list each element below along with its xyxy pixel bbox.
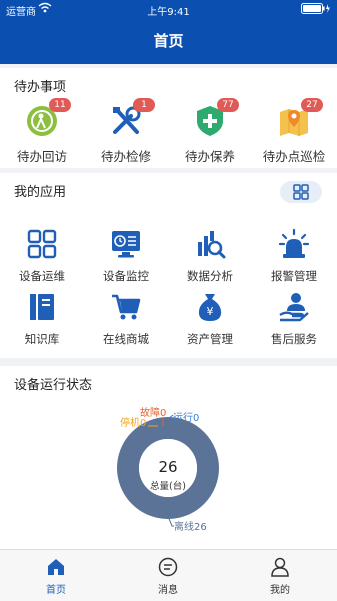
todo-item-repair[interactable]: 1 待办检修	[84, 98, 168, 165]
todo-item-maintenance[interactable]: 77 待办保养	[168, 98, 252, 165]
todo-label: 待办保养	[184, 149, 235, 164]
app-label: 在线商城	[103, 332, 149, 346]
cart-icon	[110, 291, 142, 323]
app-label: 数据分析	[187, 269, 233, 283]
service-hand-icon	[278, 291, 310, 323]
chart-total-label: 总量(台)	[150, 480, 186, 492]
app-label: 知识库	[24, 332, 60, 346]
tab-label: 消息	[158, 585, 178, 596]
app-label: 设备运维	[19, 269, 65, 283]
money-bag-icon: ¥	[194, 291, 226, 323]
analytics-icon	[194, 228, 226, 260]
app-label: 售后服务	[271, 332, 317, 346]
home-icon	[45, 556, 67, 578]
tab-messages[interactable]: 消息	[112, 556, 224, 596]
status-bar: 运营商 上午9:41	[0, 0, 337, 18]
shield-plus-icon: 77	[193, 98, 239, 138]
chart-label-running: 运行0	[173, 411, 199, 424]
grid-apps-icon	[26, 228, 58, 260]
apps-title: 我的应用	[14, 185, 67, 200]
device-status-section: 设备运行状态 26 总量(台) 故障0 运行0 停机0 离线26	[0, 366, 337, 549]
grid-icon	[293, 184, 309, 200]
todo-title: 待办事项	[14, 80, 67, 95]
battery-icon	[301, 3, 331, 17]
map-pin-icon: 27	[277, 98, 323, 138]
revisit-icon: 11	[25, 98, 71, 138]
book-icon	[26, 291, 58, 323]
todo-label: 待办检修	[100, 149, 151, 164]
svg-text:¥: ¥	[207, 305, 214, 318]
app-after-sales[interactable]: 售后服务	[252, 291, 336, 347]
clock: 上午9:41	[147, 7, 190, 18]
grid-view-toggle[interactable]	[280, 181, 322, 203]
todo-badge: 77	[217, 98, 239, 112]
app-knowledge-base[interactable]: 知识库	[0, 291, 84, 347]
tab-bar: 首页 消息 我的	[0, 549, 337, 601]
app-asset-management[interactable]: ¥ 资产管理	[168, 291, 252, 347]
app-label: 报警管理	[271, 269, 317, 283]
user-icon	[269, 556, 291, 578]
chart-total-value: 26	[158, 458, 177, 476]
app-online-mall[interactable]: 在线商城	[84, 291, 168, 347]
chat-icon	[157, 556, 179, 578]
tab-label: 我的	[270, 585, 290, 596]
app-device-monitor[interactable]: 设备监控	[84, 228, 168, 284]
tab-home[interactable]: 首页	[0, 556, 112, 596]
app-alarm[interactable]: 报警管理	[252, 228, 336, 284]
todo-badge: 27	[301, 98, 323, 112]
tab-profile[interactable]: 我的	[224, 556, 336, 596]
app-device-ops[interactable]: 设备运维	[0, 228, 84, 284]
status-donut-chart: 26 总量(台) 故障0 运行0 停机0 离线26	[117, 406, 219, 533]
todo-item-revisit[interactable]: 11 待办回访	[0, 98, 84, 165]
todo-section: 待办事项 11 待办回访 1 待办检修 77 待办保养 27 待办点巡检	[0, 68, 337, 168]
todo-badge: 11	[49, 98, 71, 112]
chart-label-stopped: 停机0	[120, 416, 146, 429]
monitor-icon	[110, 228, 142, 260]
todo-item-inspection[interactable]: 27 待办点巡检	[252, 98, 336, 165]
app-label: 资产管理	[187, 332, 233, 346]
alarm-light-icon	[278, 228, 310, 260]
app-label: 设备监控	[103, 269, 149, 283]
todo-badge: 1	[133, 98, 155, 112]
chart-label-offline: 离线26	[174, 520, 207, 533]
todo-label: 待办点巡检	[262, 149, 326, 164]
tab-label: 首页	[46, 585, 66, 596]
apps-section: 我的应用 设备运维 设备监控 数据分析 报警管理 知识库 在线商城 ¥ 资产管理…	[0, 173, 337, 358]
wrench-icon: 1	[109, 98, 155, 138]
page-title: 首页	[0, 18, 337, 64]
todo-label: 待办回访	[16, 149, 67, 164]
app-data-analysis[interactable]: 数据分析	[168, 228, 252, 284]
